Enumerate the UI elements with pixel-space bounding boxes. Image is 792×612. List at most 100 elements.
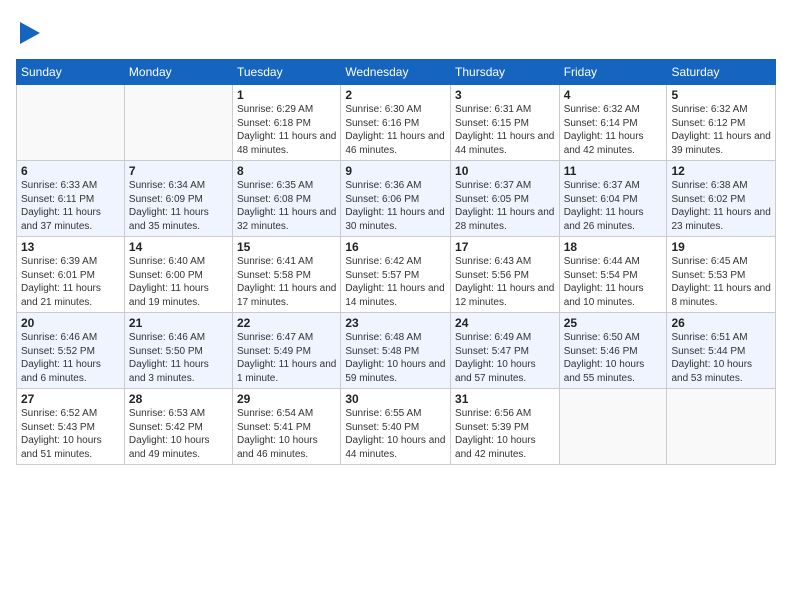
day-number: 20 (21, 316, 120, 330)
table-row: 28Sunrise: 6:53 AM Sunset: 5:42 PM Dayli… (124, 389, 232, 465)
col-friday: Friday (559, 60, 667, 85)
day-number: 6 (21, 164, 120, 178)
table-row (559, 389, 667, 465)
logo-triangle-icon (20, 22, 40, 49)
day-number: 29 (237, 392, 336, 406)
day-number: 12 (671, 164, 771, 178)
day-info: Sunrise: 6:46 AM Sunset: 5:52 PM Dayligh… (21, 331, 120, 385)
day-number: 5 (671, 88, 771, 102)
table-row: 20Sunrise: 6:46 AM Sunset: 5:52 PM Dayli… (17, 313, 125, 389)
day-number: 13 (21, 240, 120, 254)
table-row: 12Sunrise: 6:38 AM Sunset: 6:02 PM Dayli… (667, 161, 776, 237)
day-info: Sunrise: 6:56 AM Sunset: 5:39 PM Dayligh… (455, 407, 555, 461)
day-number: 1 (237, 88, 336, 102)
day-info: Sunrise: 6:31 AM Sunset: 6:15 PM Dayligh… (455, 103, 555, 157)
col-tuesday: Tuesday (233, 60, 341, 85)
table-row: 2Sunrise: 6:30 AM Sunset: 6:16 PM Daylig… (341, 85, 451, 161)
day-info: Sunrise: 6:43 AM Sunset: 5:56 PM Dayligh… (455, 255, 555, 309)
day-number: 15 (237, 240, 336, 254)
day-number: 28 (129, 392, 228, 406)
table-row: 23Sunrise: 6:48 AM Sunset: 5:48 PM Dayli… (341, 313, 451, 389)
table-row: 21Sunrise: 6:46 AM Sunset: 5:50 PM Dayli… (124, 313, 232, 389)
table-row: 14Sunrise: 6:40 AM Sunset: 6:00 PM Dayli… (124, 237, 232, 313)
col-monday: Monday (124, 60, 232, 85)
table-row: 4Sunrise: 6:32 AM Sunset: 6:14 PM Daylig… (559, 85, 667, 161)
calendar-week-row: 13Sunrise: 6:39 AM Sunset: 6:01 PM Dayli… (17, 237, 776, 313)
calendar-header-row: Sunday Monday Tuesday Wednesday Thursday… (17, 60, 776, 85)
table-row: 25Sunrise: 6:50 AM Sunset: 5:46 PM Dayli… (559, 313, 667, 389)
table-row: 11Sunrise: 6:37 AM Sunset: 6:04 PM Dayli… (559, 161, 667, 237)
col-sunday: Sunday (17, 60, 125, 85)
table-row: 30Sunrise: 6:55 AM Sunset: 5:40 PM Dayli… (341, 389, 451, 465)
day-number: 8 (237, 164, 336, 178)
day-info: Sunrise: 6:49 AM Sunset: 5:47 PM Dayligh… (455, 331, 555, 385)
day-info: Sunrise: 6:32 AM Sunset: 6:12 PM Dayligh… (671, 103, 771, 157)
day-info: Sunrise: 6:48 AM Sunset: 5:48 PM Dayligh… (345, 331, 446, 385)
table-row (667, 389, 776, 465)
day-number: 10 (455, 164, 555, 178)
table-row: 18Sunrise: 6:44 AM Sunset: 5:54 PM Dayli… (559, 237, 667, 313)
day-info: Sunrise: 6:46 AM Sunset: 5:50 PM Dayligh… (129, 331, 228, 385)
day-info: Sunrise: 6:37 AM Sunset: 6:05 PM Dayligh… (455, 179, 555, 233)
table-row: 26Sunrise: 6:51 AM Sunset: 5:44 PM Dayli… (667, 313, 776, 389)
day-number: 31 (455, 392, 555, 406)
day-info: Sunrise: 6:30 AM Sunset: 6:16 PM Dayligh… (345, 103, 446, 157)
day-number: 11 (564, 164, 663, 178)
day-info: Sunrise: 6:41 AM Sunset: 5:58 PM Dayligh… (237, 255, 336, 309)
table-row: 16Sunrise: 6:42 AM Sunset: 5:57 PM Dayli… (341, 237, 451, 313)
day-info: Sunrise: 6:32 AM Sunset: 6:14 PM Dayligh… (564, 103, 663, 157)
day-info: Sunrise: 6:29 AM Sunset: 6:18 PM Dayligh… (237, 103, 336, 157)
day-info: Sunrise: 6:44 AM Sunset: 5:54 PM Dayligh… (564, 255, 663, 309)
day-number: 18 (564, 240, 663, 254)
day-number: 7 (129, 164, 228, 178)
col-wednesday: Wednesday (341, 60, 451, 85)
table-row: 1Sunrise: 6:29 AM Sunset: 6:18 PM Daylig… (233, 85, 341, 161)
table-row: 7Sunrise: 6:34 AM Sunset: 6:09 PM Daylig… (124, 161, 232, 237)
day-info: Sunrise: 6:40 AM Sunset: 6:00 PM Dayligh… (129, 255, 228, 309)
day-info: Sunrise: 6:50 AM Sunset: 5:46 PM Dayligh… (564, 331, 663, 385)
calendar-week-row: 1Sunrise: 6:29 AM Sunset: 6:18 PM Daylig… (17, 85, 776, 161)
table-row: 15Sunrise: 6:41 AM Sunset: 5:58 PM Dayli… (233, 237, 341, 313)
table-row (124, 85, 232, 161)
day-info: Sunrise: 6:33 AM Sunset: 6:11 PM Dayligh… (21, 179, 120, 233)
day-info: Sunrise: 6:38 AM Sunset: 6:02 PM Dayligh… (671, 179, 771, 233)
day-info: Sunrise: 6:34 AM Sunset: 6:09 PM Dayligh… (129, 179, 228, 233)
table-row: 6Sunrise: 6:33 AM Sunset: 6:11 PM Daylig… (17, 161, 125, 237)
day-info: Sunrise: 6:53 AM Sunset: 5:42 PM Dayligh… (129, 407, 228, 461)
table-row (17, 85, 125, 161)
day-info: Sunrise: 6:47 AM Sunset: 5:49 PM Dayligh… (237, 331, 336, 385)
calendar-week-row: 27Sunrise: 6:52 AM Sunset: 5:43 PM Dayli… (17, 389, 776, 465)
col-saturday: Saturday (667, 60, 776, 85)
table-row: 8Sunrise: 6:35 AM Sunset: 6:08 PM Daylig… (233, 161, 341, 237)
table-row: 5Sunrise: 6:32 AM Sunset: 6:12 PM Daylig… (667, 85, 776, 161)
day-info: Sunrise: 6:51 AM Sunset: 5:44 PM Dayligh… (671, 331, 771, 385)
day-info: Sunrise: 6:54 AM Sunset: 5:41 PM Dayligh… (237, 407, 336, 461)
table-row: 3Sunrise: 6:31 AM Sunset: 6:15 PM Daylig… (451, 85, 560, 161)
table-row: 31Sunrise: 6:56 AM Sunset: 5:39 PM Dayli… (451, 389, 560, 465)
table-row: 27Sunrise: 6:52 AM Sunset: 5:43 PM Dayli… (17, 389, 125, 465)
day-number: 19 (671, 240, 771, 254)
calendar: Sunday Monday Tuesday Wednesday Thursday… (16, 59, 776, 465)
table-row: 10Sunrise: 6:37 AM Sunset: 6:05 PM Dayli… (451, 161, 560, 237)
day-info: Sunrise: 6:45 AM Sunset: 5:53 PM Dayligh… (671, 255, 771, 309)
day-number: 3 (455, 88, 555, 102)
day-number: 24 (455, 316, 555, 330)
day-info: Sunrise: 6:37 AM Sunset: 6:04 PM Dayligh… (564, 179, 663, 233)
day-number: 4 (564, 88, 663, 102)
day-number: 27 (21, 392, 120, 406)
col-thursday: Thursday (451, 60, 560, 85)
logo (16, 16, 40, 49)
day-info: Sunrise: 6:52 AM Sunset: 5:43 PM Dayligh… (21, 407, 120, 461)
table-row: 17Sunrise: 6:43 AM Sunset: 5:56 PM Dayli… (451, 237, 560, 313)
day-info: Sunrise: 6:35 AM Sunset: 6:08 PM Dayligh… (237, 179, 336, 233)
day-number: 21 (129, 316, 228, 330)
page: Sunday Monday Tuesday Wednesday Thursday… (0, 0, 792, 612)
day-info: Sunrise: 6:36 AM Sunset: 6:06 PM Dayligh… (345, 179, 446, 233)
day-number: 2 (345, 88, 446, 102)
day-number: 17 (455, 240, 555, 254)
calendar-week-row: 20Sunrise: 6:46 AM Sunset: 5:52 PM Dayli… (17, 313, 776, 389)
table-row: 9Sunrise: 6:36 AM Sunset: 6:06 PM Daylig… (341, 161, 451, 237)
table-row: 22Sunrise: 6:47 AM Sunset: 5:49 PM Dayli… (233, 313, 341, 389)
header (16, 16, 776, 49)
table-row: 24Sunrise: 6:49 AM Sunset: 5:47 PM Dayli… (451, 313, 560, 389)
